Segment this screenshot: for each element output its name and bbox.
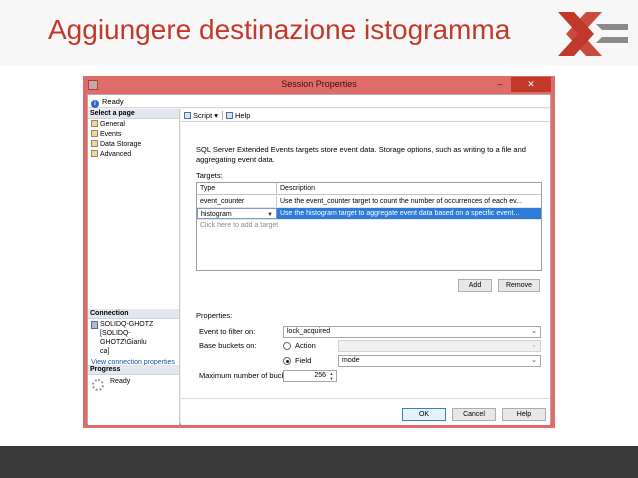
page-icon xyxy=(91,130,98,137)
targets-label: Targets: xyxy=(196,171,223,180)
status-bar: i Ready xyxy=(88,95,550,108)
page-label: General xyxy=(100,121,125,128)
action-radio-label: Action xyxy=(295,341,316,350)
page-label: Events xyxy=(100,131,122,138)
info-icon: i xyxy=(91,100,99,108)
grid-header: Type Description xyxy=(197,183,541,195)
field-value: mode xyxy=(342,357,360,364)
select-page-header: Select a page xyxy=(88,109,179,119)
progress-status: Ready xyxy=(110,378,131,385)
properties-label: Properties: xyxy=(196,311,233,320)
slide-footer xyxy=(0,446,638,478)
column-header-type[interactable]: Type xyxy=(197,183,277,194)
base-buckets-label: Base buckets on: xyxy=(199,341,257,350)
toolbar: Script ▾ Help xyxy=(181,109,550,122)
connection-header: Connection xyxy=(88,309,179,319)
page-icon xyxy=(91,140,98,147)
page-description: SQL Server Extended Events targets store… xyxy=(196,145,526,164)
window-body: i Ready Select a page General Events Data… xyxy=(87,94,551,425)
cell-type: histogram xyxy=(201,211,232,218)
window-titlebar[interactable]: Session Properties – ✕ xyxy=(83,76,555,94)
divider xyxy=(181,398,550,399)
stepper-arrows-icon[interactable]: ▲ ▼ xyxy=(328,371,335,381)
table-row[interactable]: event_counter Use the event_counter targ… xyxy=(197,196,541,208)
cell-description: Use the histogram target to aggregate ev… xyxy=(277,208,541,219)
add-target-placeholder: Click here to add a target xyxy=(200,222,279,229)
field-radio-label: Field xyxy=(295,356,312,365)
minimize-button[interactable]: – xyxy=(493,78,507,91)
ok-button[interactable]: OK xyxy=(402,408,446,421)
action-select: ⌄ xyxy=(338,340,541,352)
page-item-advanced[interactable]: Advanced xyxy=(88,149,179,159)
field-radio[interactable] xyxy=(283,357,291,365)
cell-type: event_counter xyxy=(197,196,277,207)
progress-spinner-icon xyxy=(92,379,104,391)
cancel-button[interactable]: Cancel xyxy=(452,408,496,421)
help-label: Help xyxy=(235,111,251,120)
help-icon xyxy=(226,112,233,119)
chevron-down-icon: ⌄ xyxy=(531,328,537,335)
session-properties-window: Session Properties – ✕ i Ready Select a p… xyxy=(83,76,555,428)
event-filter-label: Event to filter on: xyxy=(199,327,256,336)
chevron-down-icon[interactable]: ▼ xyxy=(267,209,273,218)
column-header-description[interactable]: Description xyxy=(277,183,541,194)
connection-server: SOLIDQ-GHOTZ xyxy=(100,321,154,328)
event-filter-select[interactable]: lock_acquired ⌄ xyxy=(283,326,541,338)
chevron-down-icon: ▾ xyxy=(214,111,219,120)
action-radio[interactable] xyxy=(283,342,291,350)
cell-description: Use the event_counter target to count th… xyxy=(280,198,522,205)
server-icon xyxy=(91,321,98,329)
page-icon xyxy=(91,120,98,127)
help-toolbar-button[interactable]: Help xyxy=(226,109,250,122)
chevron-down-icon: ⌄ xyxy=(531,342,537,349)
max-buckets-value: 256 xyxy=(314,372,326,379)
connection-info: SOLIDQ-GHOTZ [SOLIDQ-GHOTZ\Gianlu ca] xyxy=(88,319,179,356)
slide-title: Aggiungere destinazione istogramma xyxy=(48,14,511,45)
page-item-data-storage[interactable]: Data Storage xyxy=(88,139,179,149)
status-text: Ready xyxy=(102,97,124,106)
event-filter-value: lock_acquired xyxy=(287,328,331,335)
page-item-events[interactable]: Events xyxy=(88,129,179,139)
x-logo-icon xyxy=(558,12,628,56)
window-title: Session Properties xyxy=(281,79,357,89)
chevron-down-icon: ⌄ xyxy=(531,357,537,364)
right-pane: Script ▾ Help SQL Server Extended Events… xyxy=(181,109,550,425)
add-button[interactable]: Add xyxy=(458,279,492,292)
progress-section: Progress Ready xyxy=(88,365,179,391)
targets-grid: Type Description event_counter Use the e… xyxy=(196,182,542,271)
script-icon xyxy=(184,112,191,119)
field-select[interactable]: mode ⌄ xyxy=(338,355,541,367)
connection-user-cont: ca] xyxy=(100,348,110,355)
page-label: Advanced xyxy=(100,151,132,158)
connection-section: Connection SOLIDQ-GHOTZ [SOLIDQ-GHOTZ\Gi… xyxy=(88,309,179,369)
page-icon xyxy=(91,150,98,157)
page-item-general[interactable]: General xyxy=(88,119,179,129)
remove-button[interactable]: Remove xyxy=(498,279,540,292)
add-target-row[interactable]: Click here to add a target xyxy=(197,220,541,232)
type-dropdown[interactable]: histogram ▼ xyxy=(197,208,277,219)
table-row-selected[interactable]: histogram ▼ Use the histogram target to a… xyxy=(197,208,541,220)
progress-header: Progress xyxy=(88,365,179,375)
max-buckets-stepper[interactable]: 256 ▲ ▼ xyxy=(283,370,337,382)
script-button[interactable]: Script ▾ xyxy=(184,109,218,122)
close-button[interactable]: ✕ xyxy=(511,77,551,92)
help-button[interactable]: Help xyxy=(502,408,546,421)
page-label: Data Storage xyxy=(100,141,142,148)
left-pane: Select a page General Events Data Storag… xyxy=(88,109,180,425)
connection-user: [SOLIDQ-GHOTZ\Gianlu xyxy=(100,330,147,346)
toolbar-separator xyxy=(222,111,223,120)
script-label: Script xyxy=(193,111,213,120)
